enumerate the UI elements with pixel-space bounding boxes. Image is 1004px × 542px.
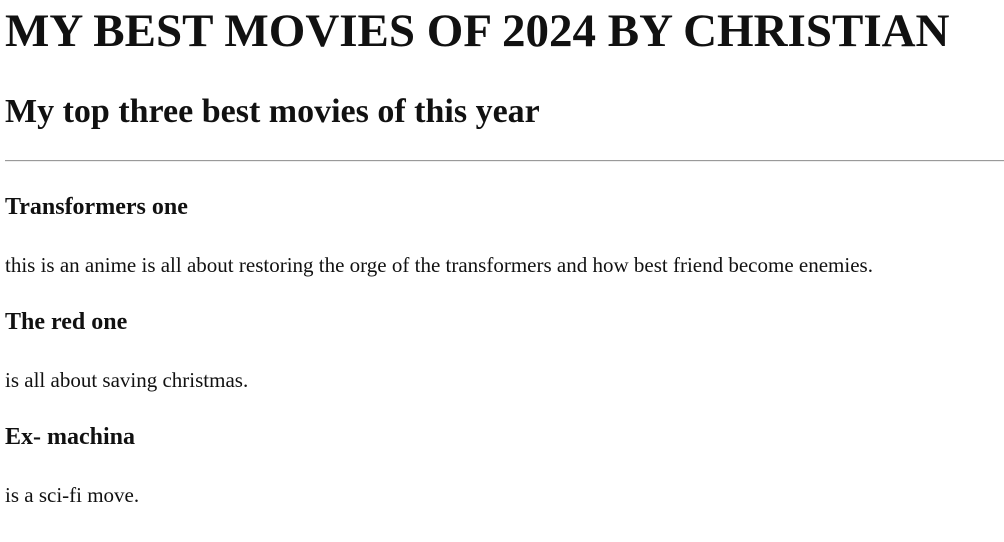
movie-title: Transformers one — [5, 194, 188, 220]
movie-description: is all about saving christmas. — [5, 368, 249, 392]
movie-title: Ex- machina — [5, 424, 136, 450]
page-title: MY BEST MOVIES OF 2024 BY CHRISTIAN — [5, 5, 950, 57]
page-subtitle: My top three best movies of this year — [5, 93, 540, 130]
movie-description: this is an anime is all about restoring … — [5, 253, 873, 277]
divider — [5, 160, 1004, 162]
movie-title: The red one — [5, 309, 128, 335]
movie-description: is a sci-fi move. — [5, 483, 140, 507]
page: MY BEST MOVIES OF 2024 BY CHRISTIAN My t… — [0, 0, 1004, 542]
